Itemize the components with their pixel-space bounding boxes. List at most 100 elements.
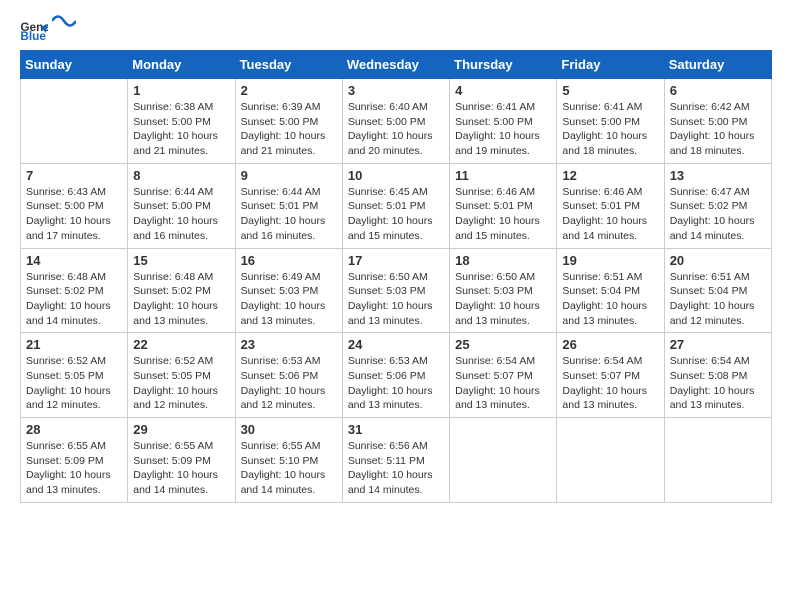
day-number: 14 xyxy=(26,253,122,268)
day-number: 16 xyxy=(241,253,337,268)
day-number: 27 xyxy=(670,337,766,352)
calendar-cell: 19 Sunrise: 6:51 AM Sunset: 5:04 PM Dayli… xyxy=(557,248,664,333)
calendar-cell: 14 Sunrise: 6:48 AM Sunset: 5:02 PM Dayli… xyxy=(21,248,128,333)
day-number: 9 xyxy=(241,168,337,183)
calendar-week-row: 14 Sunrise: 6:48 AM Sunset: 5:02 PM Dayli… xyxy=(21,248,772,333)
day-info: Sunrise: 6:41 AM Sunset: 5:00 PM Dayligh… xyxy=(562,100,658,159)
calendar-cell: 2 Sunrise: 6:39 AM Sunset: 5:00 PM Daylig… xyxy=(235,79,342,164)
calendar-cell: 31Sunrise: 6:56 AM Sunset: 5:11 PM Dayli… xyxy=(342,418,449,503)
calendar-cell: 6Sunrise: 6:42 AM Sunset: 5:00 PM Daylig… xyxy=(664,79,771,164)
day-info: Sunrise: 6:48 AM Sunset: 5:02 PM Dayligh… xyxy=(26,270,122,329)
day-info: Sunrise: 6:45 AM Sunset: 5:01 PM Dayligh… xyxy=(348,185,444,244)
day-number: 23 xyxy=(241,337,337,352)
calendar-header-row: SundayMondayTuesdayWednesdayThursdayFrid… xyxy=(21,51,772,79)
calendar-cell: 26 Sunrise: 6:54 AM Sunset: 5:07 PM Dayli… xyxy=(557,333,664,418)
weekday-header: Tuesday xyxy=(235,51,342,79)
day-info: Sunrise: 6:47 AM Sunset: 5:02 PM Dayligh… xyxy=(670,185,766,244)
day-info: Sunrise: 6:54 AM Sunset: 5:07 PM Dayligh… xyxy=(562,354,658,413)
day-number: 13 xyxy=(670,168,766,183)
calendar-cell: 7 Sunrise: 6:43 AM Sunset: 5:00 PM Daylig… xyxy=(21,163,128,248)
day-number: 25 xyxy=(455,337,551,352)
calendar-cell xyxy=(664,418,771,503)
day-number: 6 xyxy=(670,83,766,98)
day-info: Sunrise: 6:55 AM Sunset: 5:10 PM Dayligh… xyxy=(241,439,337,498)
day-info: Sunrise: 6:49 AM Sunset: 5:03 PM Dayligh… xyxy=(241,270,337,329)
calendar-cell xyxy=(21,79,128,164)
day-info: Sunrise: 6:55 AM Sunset: 5:09 PM Dayligh… xyxy=(26,439,122,498)
day-number: 29 xyxy=(133,422,229,437)
logo-wave-icon xyxy=(52,12,76,30)
weekday-header: Monday xyxy=(128,51,235,79)
day-number: 28 xyxy=(26,422,122,437)
day-info: Sunrise: 6:48 AM Sunset: 5:02 PM Dayligh… xyxy=(133,270,229,329)
day-info: Sunrise: 6:44 AM Sunset: 5:01 PM Dayligh… xyxy=(241,185,337,244)
day-number: 4 xyxy=(455,83,551,98)
weekday-header: Wednesday xyxy=(342,51,449,79)
day-number: 11 xyxy=(455,168,551,183)
calendar-cell: 20 Sunrise: 6:51 AM Sunset: 5:04 PM Dayli… xyxy=(664,248,771,333)
calendar-cell: 17Sunrise: 6:50 AM Sunset: 5:03 PM Dayli… xyxy=(342,248,449,333)
calendar-cell: 1 Sunrise: 6:38 AM Sunset: 5:00 PM Daylig… xyxy=(128,79,235,164)
day-info: Sunrise: 6:43 AM Sunset: 5:00 PM Dayligh… xyxy=(26,185,122,244)
day-number: 1 xyxy=(133,83,229,98)
calendar-cell xyxy=(557,418,664,503)
page-header: General Blue xyxy=(20,20,772,40)
day-info: Sunrise: 6:39 AM Sunset: 5:00 PM Dayligh… xyxy=(241,100,337,159)
day-info: Sunrise: 6:54 AM Sunset: 5:07 PM Dayligh… xyxy=(455,354,551,413)
day-info: Sunrise: 6:40 AM Sunset: 5:00 PM Dayligh… xyxy=(348,100,444,159)
day-number: 26 xyxy=(562,337,658,352)
day-number: 17 xyxy=(348,253,444,268)
day-info: Sunrise: 6:54 AM Sunset: 5:08 PM Dayligh… xyxy=(670,354,766,413)
calendar-cell: 13 Sunrise: 6:47 AM Sunset: 5:02 PM Dayli… xyxy=(664,163,771,248)
calendar-cell: 18Sunrise: 6:50 AM Sunset: 5:03 PM Dayli… xyxy=(450,248,557,333)
calendar-cell: 29 Sunrise: 6:55 AM Sunset: 5:09 PM Dayli… xyxy=(128,418,235,503)
day-info: Sunrise: 6:52 AM Sunset: 5:05 PM Dayligh… xyxy=(26,354,122,413)
day-info: Sunrise: 6:41 AM Sunset: 5:00 PM Dayligh… xyxy=(455,100,551,159)
calendar-cell: 8 Sunrise: 6:44 AM Sunset: 5:00 PM Daylig… xyxy=(128,163,235,248)
day-info: Sunrise: 6:51 AM Sunset: 5:04 PM Dayligh… xyxy=(670,270,766,329)
calendar-table: SundayMondayTuesdayWednesdayThursdayFrid… xyxy=(20,50,772,503)
calendar-cell xyxy=(450,418,557,503)
day-number: 15 xyxy=(133,253,229,268)
day-info: Sunrise: 6:53 AM Sunset: 5:06 PM Dayligh… xyxy=(348,354,444,413)
calendar-week-row: 7 Sunrise: 6:43 AM Sunset: 5:00 PM Daylig… xyxy=(21,163,772,248)
day-info: Sunrise: 6:56 AM Sunset: 5:11 PM Dayligh… xyxy=(348,439,444,498)
day-info: Sunrise: 6:38 AM Sunset: 5:00 PM Dayligh… xyxy=(133,100,229,159)
day-number: 22 xyxy=(133,337,229,352)
day-number: 21 xyxy=(26,337,122,352)
calendar-cell: 21 Sunrise: 6:52 AM Sunset: 5:05 PM Dayli… xyxy=(21,333,128,418)
calendar-cell: 30 Sunrise: 6:55 AM Sunset: 5:10 PM Dayli… xyxy=(235,418,342,503)
day-number: 2 xyxy=(241,83,337,98)
calendar-week-row: 1 Sunrise: 6:38 AM Sunset: 5:00 PM Daylig… xyxy=(21,79,772,164)
calendar-cell: 24 Sunrise: 6:53 AM Sunset: 5:06 PM Dayli… xyxy=(342,333,449,418)
day-info: Sunrise: 6:53 AM Sunset: 5:06 PM Dayligh… xyxy=(241,354,337,413)
calendar-cell: 27 Sunrise: 6:54 AM Sunset: 5:08 PM Dayli… xyxy=(664,333,771,418)
calendar-cell: 25 Sunrise: 6:54 AM Sunset: 5:07 PM Dayli… xyxy=(450,333,557,418)
day-number: 5 xyxy=(562,83,658,98)
calendar-cell: 9 Sunrise: 6:44 AM Sunset: 5:01 PM Daylig… xyxy=(235,163,342,248)
day-info: Sunrise: 6:46 AM Sunset: 5:01 PM Dayligh… xyxy=(562,185,658,244)
day-number: 8 xyxy=(133,168,229,183)
weekday-header: Sunday xyxy=(21,51,128,79)
weekday-header: Friday xyxy=(557,51,664,79)
calendar-cell: 5 Sunrise: 6:41 AM Sunset: 5:00 PM Daylig… xyxy=(557,79,664,164)
day-number: 18 xyxy=(455,253,551,268)
calendar-cell: 16 Sunrise: 6:49 AM Sunset: 5:03 PM Dayli… xyxy=(235,248,342,333)
calendar-cell: 10 Sunrise: 6:45 AM Sunset: 5:01 PM Dayli… xyxy=(342,163,449,248)
svg-text:Blue: Blue xyxy=(20,29,46,40)
day-number: 19 xyxy=(562,253,658,268)
day-info: Sunrise: 6:55 AM Sunset: 5:09 PM Dayligh… xyxy=(133,439,229,498)
day-number: 10 xyxy=(348,168,444,183)
day-number: 3 xyxy=(348,83,444,98)
day-number: 30 xyxy=(241,422,337,437)
day-info: Sunrise: 6:51 AM Sunset: 5:04 PM Dayligh… xyxy=(562,270,658,329)
day-number: 20 xyxy=(670,253,766,268)
day-number: 24 xyxy=(348,337,444,352)
day-number: 7 xyxy=(26,168,122,183)
calendar-cell: 4 Sunrise: 6:41 AM Sunset: 5:00 PM Daylig… xyxy=(450,79,557,164)
weekday-header: Saturday xyxy=(664,51,771,79)
day-info: Sunrise: 6:52 AM Sunset: 5:05 PM Dayligh… xyxy=(133,354,229,413)
day-info: Sunrise: 6:44 AM Sunset: 5:00 PM Dayligh… xyxy=(133,185,229,244)
calendar-cell: 22 Sunrise: 6:52 AM Sunset: 5:05 PM Dayli… xyxy=(128,333,235,418)
day-info: Sunrise: 6:46 AM Sunset: 5:01 PM Dayligh… xyxy=(455,185,551,244)
